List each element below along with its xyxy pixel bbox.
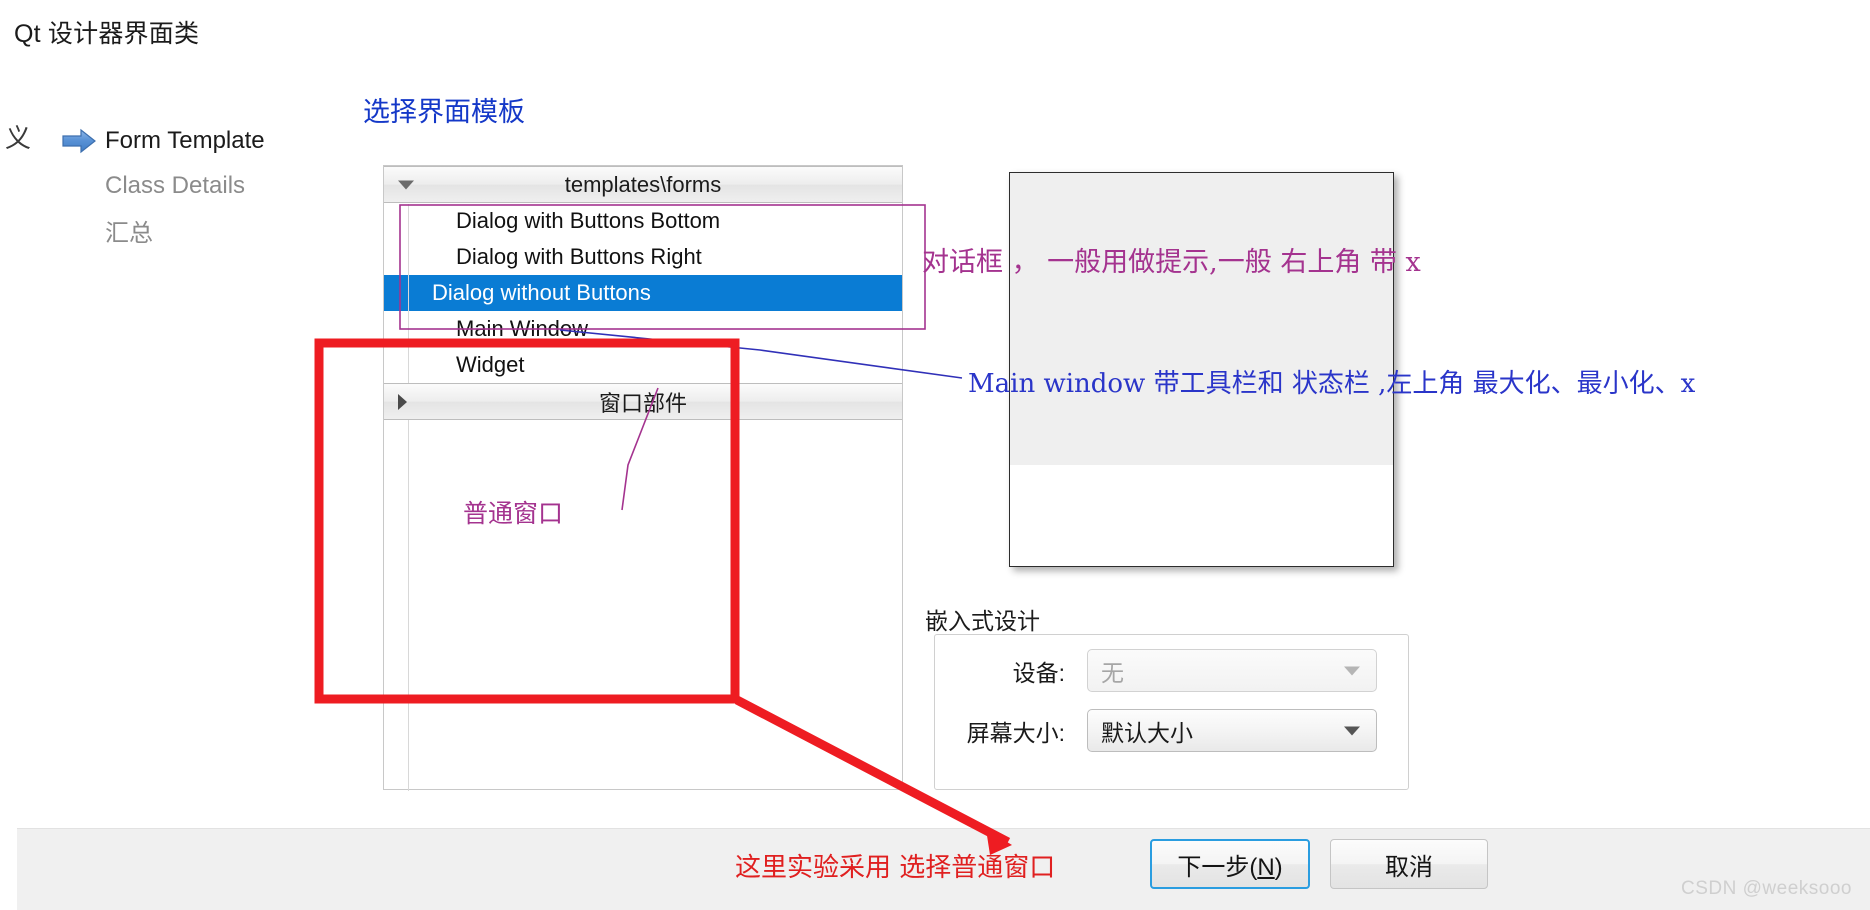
qt-designer-form-dialog: Qt 设计器界面类 义 Form Template Class Details … xyxy=(5,0,1870,828)
template-item-label: Dialog without Buttons xyxy=(432,280,651,305)
device-row: 设备: 无 xyxy=(935,649,1410,692)
template-item-label: Dialog with Buttons Bottom xyxy=(456,208,721,233)
wizard-step-label: Form Template xyxy=(105,126,265,154)
wizard-step-label: Class Details xyxy=(105,171,246,199)
embedded-design-group: 设备: 无 屏幕大小: 默认大小 xyxy=(934,634,1409,790)
device-select-value: 无 xyxy=(1101,659,1124,686)
template-item-selected[interactable]: Dialog without Buttons xyxy=(384,275,902,311)
screen-size-select-value: 默认大小 xyxy=(1101,719,1193,746)
cut-off-glyph: 义 xyxy=(5,123,32,153)
template-item-label: Dialog with Buttons Right xyxy=(456,244,702,269)
screenshot-root: Qt 设计器界面类 义 Form Template Class Details … xyxy=(0,0,1870,910)
template-list-box[interactable]: templates\forms Dialog with Buttons Bott… xyxy=(383,165,903,791)
template-item-label: Main Window xyxy=(456,316,589,341)
template-group-header-forms[interactable]: templates\forms xyxy=(384,166,902,203)
chevron-down-icon xyxy=(1344,726,1360,735)
annotation-dialog-note: 对话框 ， 一般用做提示,一般 右上角 带 x xyxy=(922,247,1421,278)
wizard-step-form-template[interactable]: Form Template xyxy=(57,118,317,163)
screen-size-label: 屏幕大小: xyxy=(966,719,1065,746)
preview-window-area xyxy=(1010,173,1393,465)
annotation-heading: 选择界面模板 xyxy=(363,97,525,128)
template-item-label: Widget xyxy=(456,352,525,377)
screen-size-row: 屏幕大小: 默认大小 xyxy=(935,709,1410,752)
device-select[interactable]: 无 xyxy=(1087,649,1377,692)
wizard-step-summary[interactable]: 汇总 xyxy=(57,208,317,253)
tree-indent-line xyxy=(408,204,409,791)
screen-size-select[interactable]: 默认大小 xyxy=(1087,709,1377,752)
template-item[interactable]: Widget xyxy=(384,347,902,383)
template-group-title: 窗口部件 xyxy=(598,390,687,416)
cancel-button[interactable]: 取消 xyxy=(1330,839,1488,889)
chevron-right-icon[interactable] xyxy=(398,393,407,410)
blue-arrow-icon xyxy=(61,128,101,154)
template-group-header-widgets[interactable]: 窗口部件 xyxy=(384,383,902,420)
device-label: 设备: xyxy=(1012,659,1065,686)
wizard-step-class-details[interactable]: Class Details xyxy=(57,163,317,208)
dialog-title: Qt 设计器界面类 xyxy=(14,20,200,48)
annotation-normal-window: 普通窗口 xyxy=(463,499,564,528)
embedded-design-title: 嵌入式设计 xyxy=(925,608,1040,634)
annotation-mainwindow-note: Main window 带工具栏和 状态栏 ,左上角 最大化、最小化、x xyxy=(968,369,1696,399)
annotation-bottom-note: 这里实验采用 选择普通窗口 xyxy=(735,853,1056,883)
next-button[interactable]: 下一步(N) xyxy=(1150,839,1310,889)
template-item[interactable]: Main Window xyxy=(384,311,902,347)
chevron-down-icon xyxy=(1344,666,1360,675)
step-arrow-placeholder xyxy=(61,173,101,199)
template-group-title: templates\forms xyxy=(564,171,722,197)
step-arrow-placeholder xyxy=(61,218,101,244)
cancel-button-label: 取消 xyxy=(1385,853,1433,881)
next-button-label: 下一步(N) xyxy=(1177,853,1283,881)
csdn-watermark: CSDN @weeksooo xyxy=(1681,878,1852,899)
wizard-step-label: 汇总 xyxy=(105,220,153,247)
template-item[interactable]: Dialog with Buttons Bottom xyxy=(384,203,902,239)
template-item[interactable]: Dialog with Buttons Right xyxy=(384,239,902,275)
wizard-step-list: Form Template Class Details 汇总 xyxy=(57,118,317,253)
chevron-down-icon[interactable] xyxy=(398,180,414,189)
